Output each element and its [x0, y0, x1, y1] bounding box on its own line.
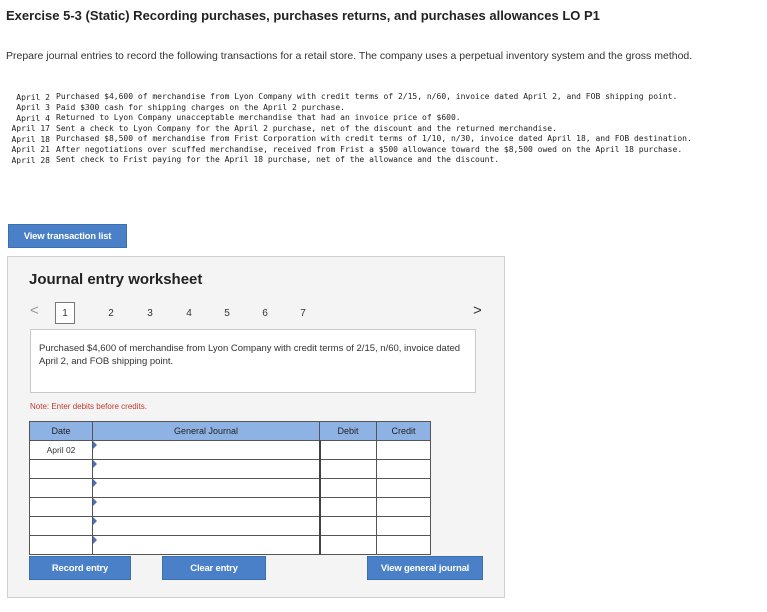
transaction-date: April 4 [16, 113, 50, 123]
transaction-description: Purchased $4,600 of merchandise from Lyo… [30, 329, 476, 393]
account-input[interactable] [93, 440, 319, 459]
credit-cell[interactable] [376, 516, 431, 536]
transaction-text: Paid $300 cash for shipping charges on t… [56, 102, 345, 112]
debit-input[interactable] [320, 535, 376, 554]
transaction-row: April 4 Returned to Lyon Company unaccept… [4, 113, 710, 124]
debit-input[interactable] [320, 459, 376, 478]
credit-input[interactable] [377, 535, 430, 554]
transaction-date: April 18 [11, 134, 50, 144]
debit-input[interactable] [320, 497, 376, 516]
transaction-text: After negotiations over scuffed merchand… [56, 144, 683, 154]
account-input[interactable] [93, 459, 319, 478]
general-journal-column-header: General Journal [92, 421, 320, 441]
prev-arrow-icon[interactable]: < [30, 302, 39, 319]
account-dropdown[interactable] [92, 459, 320, 479]
debit-cell[interactable] [318, 535, 377, 555]
date-column-header: Date [29, 421, 93, 441]
next-arrow-icon[interactable]: > [473, 302, 482, 319]
account-input[interactable] [93, 516, 319, 535]
debit-cell[interactable] [318, 478, 377, 498]
worksheet-tab-nav: < 1 2 3 4 5 6 7 > [28, 301, 488, 324]
debit-cell[interactable] [318, 459, 377, 479]
view-general-journal-button[interactable]: View general journal [367, 556, 483, 580]
tab-7[interactable]: 7 [293, 302, 313, 324]
transaction-row: April 18 Purchased $8,500 of merchandise … [4, 134, 710, 145]
account-dropdown[interactable] [92, 440, 320, 460]
journal-date-cell[interactable]: April 02 [29, 440, 93, 460]
entry-note: Note: Enter debits before credits. [30, 402, 147, 411]
tab-4[interactable]: 4 [179, 302, 199, 324]
credit-input[interactable] [377, 459, 430, 478]
transaction-row: April 17 Sent a check to Lyon Company for… [4, 124, 710, 135]
transaction-row: April 21 After negotiations over scuffed … [4, 145, 710, 156]
transaction-date: April 2 [16, 92, 50, 102]
tab-6[interactable]: 6 [255, 302, 275, 324]
credit-input[interactable] [377, 440, 430, 459]
credit-input[interactable] [377, 516, 430, 535]
journal-date-cell[interactable] [29, 497, 93, 517]
transaction-text: Purchased $4,600 of merchandise from Lyo… [56, 92, 678, 101]
credit-input[interactable] [377, 497, 430, 516]
journal-date-cell[interactable] [29, 459, 93, 479]
journal-row [29, 516, 431, 536]
tab-2[interactable]: 2 [101, 302, 121, 324]
tab-3[interactable]: 3 [140, 302, 160, 324]
account-input[interactable] [93, 497, 319, 516]
transaction-row: April 28 Sent check to Frist paying for t… [4, 155, 710, 166]
debit-cell[interactable] [318, 497, 377, 517]
account-dropdown[interactable] [92, 535, 320, 555]
credit-cell[interactable] [376, 440, 431, 460]
exercise-instructions: Prepare journal entries to record the fo… [6, 50, 693, 62]
journal-date-cell[interactable] [29, 478, 93, 498]
tab-5[interactable]: 5 [217, 302, 237, 324]
journal-date-cell[interactable] [29, 535, 93, 555]
view-transaction-list-button[interactable]: View transaction list [8, 224, 127, 248]
credit-cell[interactable] [376, 478, 431, 498]
debit-input[interactable] [320, 516, 376, 535]
journal-row [29, 497, 431, 517]
debit-column-header: Debit [319, 421, 377, 441]
credit-cell[interactable] [376, 535, 431, 555]
transaction-text: Sent check to Frist paying for the April… [56, 155, 500, 164]
transaction-row: April 2 Purchased $4,600 of merchandise f… [4, 92, 710, 103]
debit-cell[interactable] [318, 440, 377, 460]
exercise-title: Exercise 5-3 (Static) Recording purchase… [6, 8, 600, 23]
journal-row [29, 459, 431, 479]
debit-cell[interactable] [318, 516, 377, 536]
transaction-date: April 3 [16, 103, 50, 112]
transactions-table: April 2 Purchased $4,600 of merchandise f… [4, 92, 710, 166]
credit-cell[interactable] [376, 497, 431, 517]
transaction-date: April 17 [11, 124, 50, 133]
credit-cell[interactable] [376, 459, 431, 479]
account-input[interactable] [93, 478, 319, 497]
journal-row [29, 535, 431, 555]
tab-1[interactable]: 1 [55, 302, 75, 324]
journal-row [29, 478, 431, 498]
journal-table: Date General Journal Debit Credit April … [29, 421, 431, 555]
clear-entry-button[interactable]: Clear entry [162, 556, 266, 580]
credit-column-header: Credit [376, 421, 431, 441]
credit-input[interactable] [377, 478, 430, 497]
journal-date-cell[interactable] [29, 516, 93, 536]
record-entry-button[interactable]: Record entry [29, 556, 131, 580]
account-dropdown[interactable] [92, 478, 320, 498]
account-dropdown[interactable] [92, 497, 320, 517]
account-input[interactable] [93, 535, 319, 554]
transaction-text: Sent a check to Lyon Company for the Apr… [56, 123, 557, 133]
transaction-row: April 3 Paid $300 cash for shipping charg… [4, 103, 710, 114]
transaction-text: Returned to Lyon Company unacceptable me… [56, 113, 461, 122]
transaction-text: Purchased $8,500 of merchandise from Fri… [56, 134, 692, 143]
journal-row: April 02 [29, 440, 431, 460]
worksheet-title: Journal entry worksheet [29, 271, 203, 288]
debit-input[interactable] [320, 478, 376, 497]
transaction-date: April 21 [11, 145, 50, 154]
account-dropdown[interactable] [92, 516, 320, 536]
debit-input[interactable] [320, 440, 376, 459]
journal-entry-worksheet: Journal entry worksheet < 1 2 3 4 5 6 7 … [7, 256, 505, 598]
transaction-date: April 28 [11, 155, 50, 165]
